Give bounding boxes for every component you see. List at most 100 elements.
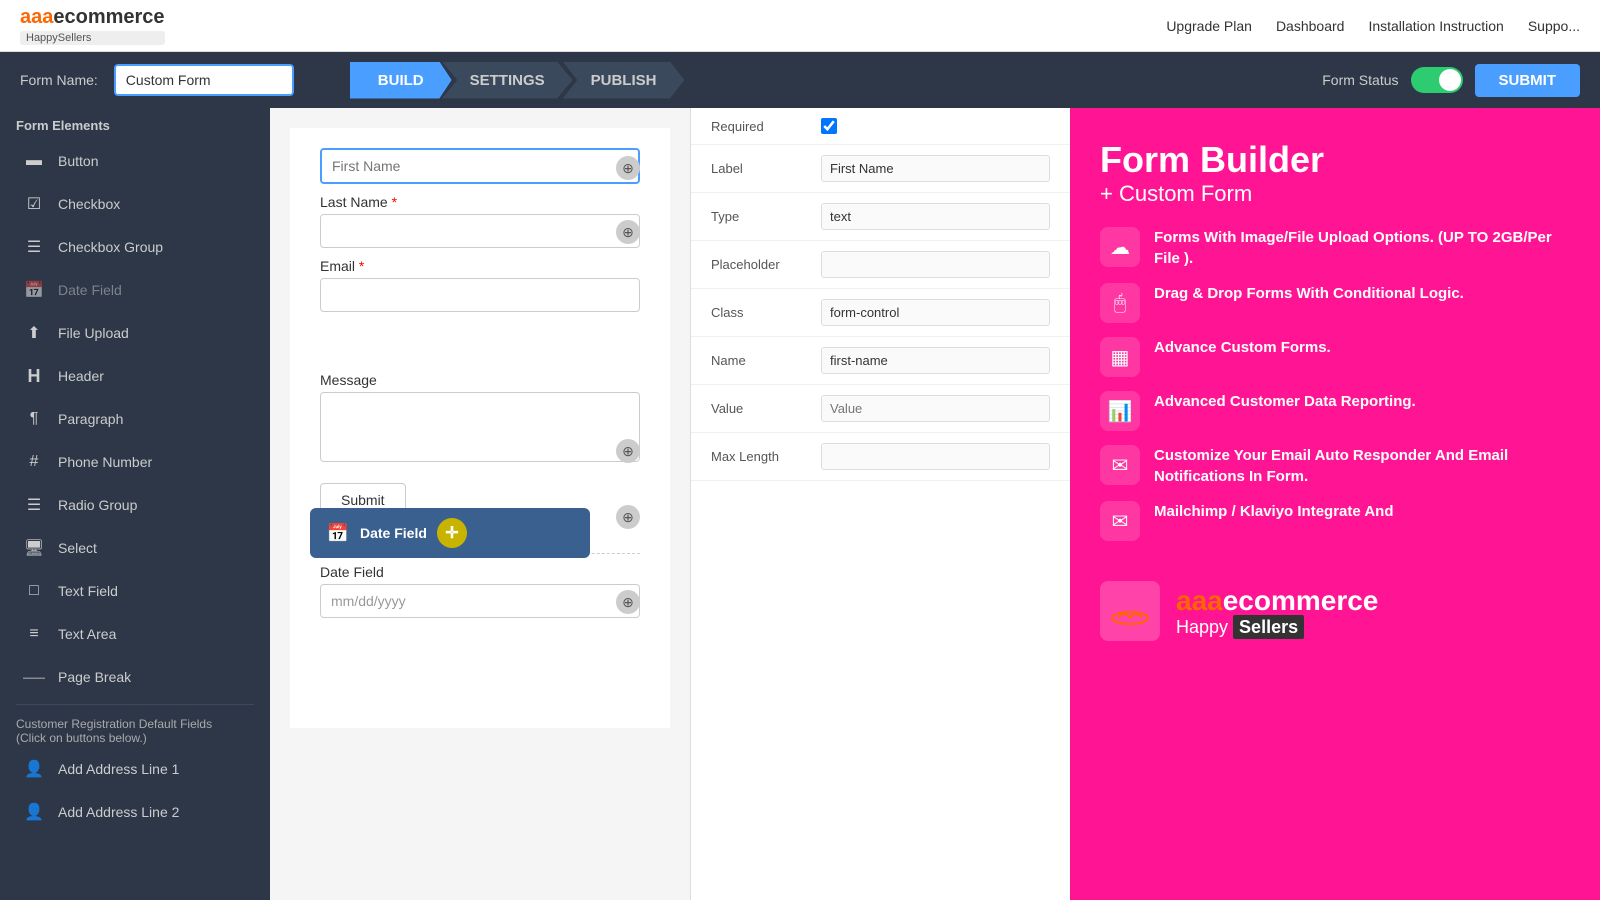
sidebar-label-header: Header	[58, 368, 104, 384]
last-name-input[interactable]	[320, 214, 640, 248]
select-icon: 🖥	[22, 536, 46, 560]
value-label: Value	[711, 401, 811, 416]
submit-button[interactable]: SUBMIT	[1475, 64, 1581, 97]
placeholder-row: Placeholder	[691, 241, 1070, 289]
promo-feature-0: ☁ Forms With Image/File Upload Options. …	[1100, 227, 1570, 269]
sidebar-label-date-field: Date Field	[58, 282, 122, 298]
checkbox-icon: ☑	[22, 192, 46, 216]
sidebar-item-file-upload[interactable]: ⬆ File Upload	[6, 312, 264, 354]
promo-feature-5: ✉ Mailchimp / Klaviyo Integrate And	[1100, 501, 1570, 541]
sidebar-label-text-area: Text Area	[58, 626, 116, 642]
sidebar-item-add-address-2[interactable]: 👤 Add Address Line 2	[6, 791, 264, 833]
promo-logo-area: aaaecommerce Happy Sellers	[1100, 581, 1570, 641]
date-input[interactable]	[320, 584, 640, 618]
sidebar-item-checkbox-group[interactable]: ☰ Checkbox Group	[6, 226, 264, 268]
sidebar-item-header[interactable]: H Header	[6, 355, 264, 397]
required-label: Required	[711, 119, 811, 134]
tab-build[interactable]: BUILD	[350, 62, 452, 99]
logo-area: aaaecommerce HappySellers	[20, 6, 165, 45]
promo-feature-3: 📊 Advanced Customer Data Reporting.	[1100, 391, 1570, 431]
message-label: Message	[320, 372, 640, 388]
file-upload-icon: ⬆	[22, 321, 46, 345]
promo-icon-4: ✉	[1100, 445, 1140, 485]
add-field-btn-submit[interactable]: ⊕	[616, 505, 640, 529]
sidebar-item-select[interactable]: 🖥 Select	[6, 527, 264, 569]
required-checkbox[interactable]	[821, 118, 837, 134]
sidebar-item-phone-number[interactable]: # Phone Number	[6, 441, 264, 483]
type-input[interactable]	[821, 203, 1050, 230]
type-label: Type	[711, 209, 811, 224]
logo-text: aaaecommerce	[20, 6, 165, 29]
sidebar-item-page-break[interactable]: — Page Break	[6, 656, 264, 698]
value-row: Value	[691, 385, 1070, 433]
form-canvas-wrapper: ⊕ Last Name * ⊕ Email * 📅 Date Fiel	[270, 108, 690, 900]
button-icon: ▬	[22, 149, 46, 173]
main-content: Form Elements ▬ Button ☑ Checkbox ☰ Chec…	[0, 108, 1600, 900]
sidebar-item-radio-group[interactable]: ☰ Radio Group	[6, 484, 264, 526]
tab-group: BUILD SETTINGS PUBLISH	[350, 62, 675, 99]
add-field-btn-message[interactable]: ⊕	[616, 439, 640, 463]
toggle-knob	[1439, 69, 1461, 91]
email-input[interactable]	[320, 278, 640, 312]
sidebar-label-checkbox: Checkbox	[58, 196, 120, 212]
field-message: Message ⊕	[320, 372, 640, 467]
sidebar-label-add-address-1: Add Address Line 1	[58, 761, 179, 777]
radio-group-icon: ☰	[22, 493, 46, 517]
sidebar-item-text-area[interactable]: ≡ Text Area	[6, 613, 264, 655]
sidebar-label-radio-group: Radio Group	[58, 497, 137, 513]
nav-installation[interactable]: Installation Instruction	[1368, 18, 1503, 34]
name-input[interactable]	[821, 347, 1050, 374]
last-name-label: Last Name *	[320, 194, 640, 210]
text-field-icon: □	[22, 579, 46, 603]
add-field-btn-first-name[interactable]: ⊕	[616, 156, 640, 180]
sidebar-label-page-break: Page Break	[58, 669, 131, 685]
drag-overlay[interactable]: 📅 Date Field ✛	[310, 508, 590, 558]
phone-number-icon: #	[22, 450, 46, 474]
sidebar-item-checkbox[interactable]: ☑ Checkbox	[6, 183, 264, 225]
promo-icon-5: ✉	[1100, 501, 1140, 541]
promo-feature-1: 🖱 Drag & Drop Forms With Conditional Log…	[1100, 283, 1570, 323]
promo-logo-text: aaaecommerce Happy Sellers	[1176, 585, 1378, 638]
drag-cursor: ✛	[437, 518, 467, 548]
form-status-area: Form Status SUBMIT	[1322, 64, 1580, 97]
tab-publish[interactable]: PUBLISH	[563, 62, 685, 99]
sidebar-item-paragraph[interactable]: ¶ Paragraph	[6, 398, 264, 440]
nav-upgrade[interactable]: Upgrade Plan	[1166, 18, 1252, 34]
class-row: Class	[691, 289, 1070, 337]
max-length-row: Max Length	[691, 433, 1070, 481]
nav-support[interactable]: Suppo...	[1528, 18, 1580, 34]
form-status-toggle[interactable]	[1411, 67, 1463, 93]
message-textarea[interactable]	[320, 392, 640, 462]
first-name-input[interactable]	[320, 148, 640, 184]
value-input[interactable]	[821, 395, 1050, 422]
page-break-icon: —	[22, 665, 46, 689]
sidebar-section-title: Form Elements	[0, 108, 270, 139]
sidebar-item-add-address-1[interactable]: 👤 Add Address Line 1	[6, 748, 264, 790]
add-field-btn-date[interactable]: ⊕	[616, 590, 640, 614]
tab-settings[interactable]: SETTINGS	[442, 62, 573, 99]
customer-section-title: Customer Registration Default Fields (Cl…	[0, 711, 270, 747]
promo-icon-1: 🖱	[1100, 283, 1140, 323]
field-email: Email *	[320, 258, 640, 312]
promo-feature-text-0: Forms With Image/File Upload Options. (U…	[1154, 227, 1570, 269]
sidebar-label-file-upload: File Upload	[58, 325, 129, 341]
form-name-input[interactable]	[114, 64, 294, 96]
sidebar-label-button: Button	[58, 153, 98, 169]
class-input[interactable]	[821, 299, 1050, 326]
nav-dashboard[interactable]: Dashboard	[1276, 18, 1345, 34]
sidebar-item-button[interactable]: ▬ Button	[6, 140, 264, 182]
checkbox-group-icon: ☰	[22, 235, 46, 259]
promo-icon-2: ▦	[1100, 337, 1140, 377]
sidebar-item-text-field[interactable]: □ Text Field	[6, 570, 264, 612]
class-label: Class	[711, 305, 811, 320]
add-address-1-icon: 👤	[22, 757, 46, 781]
promo-feature-text-5: Mailchimp / Klaviyo Integrate And	[1154, 501, 1394, 522]
sidebar-item-date-field[interactable]: 📅 Date Field	[6, 269, 264, 311]
label-input[interactable]	[821, 155, 1050, 182]
label-row: Label	[691, 145, 1070, 193]
placeholder-input[interactable]	[821, 251, 1050, 278]
promo-features: ☁ Forms With Image/File Upload Options. …	[1100, 227, 1570, 541]
max-length-input[interactable]	[821, 443, 1050, 470]
add-field-btn-last-name[interactable]: ⊕	[616, 220, 640, 244]
promo-feature-2: ▦ Advance Custom Forms.	[1100, 337, 1570, 377]
